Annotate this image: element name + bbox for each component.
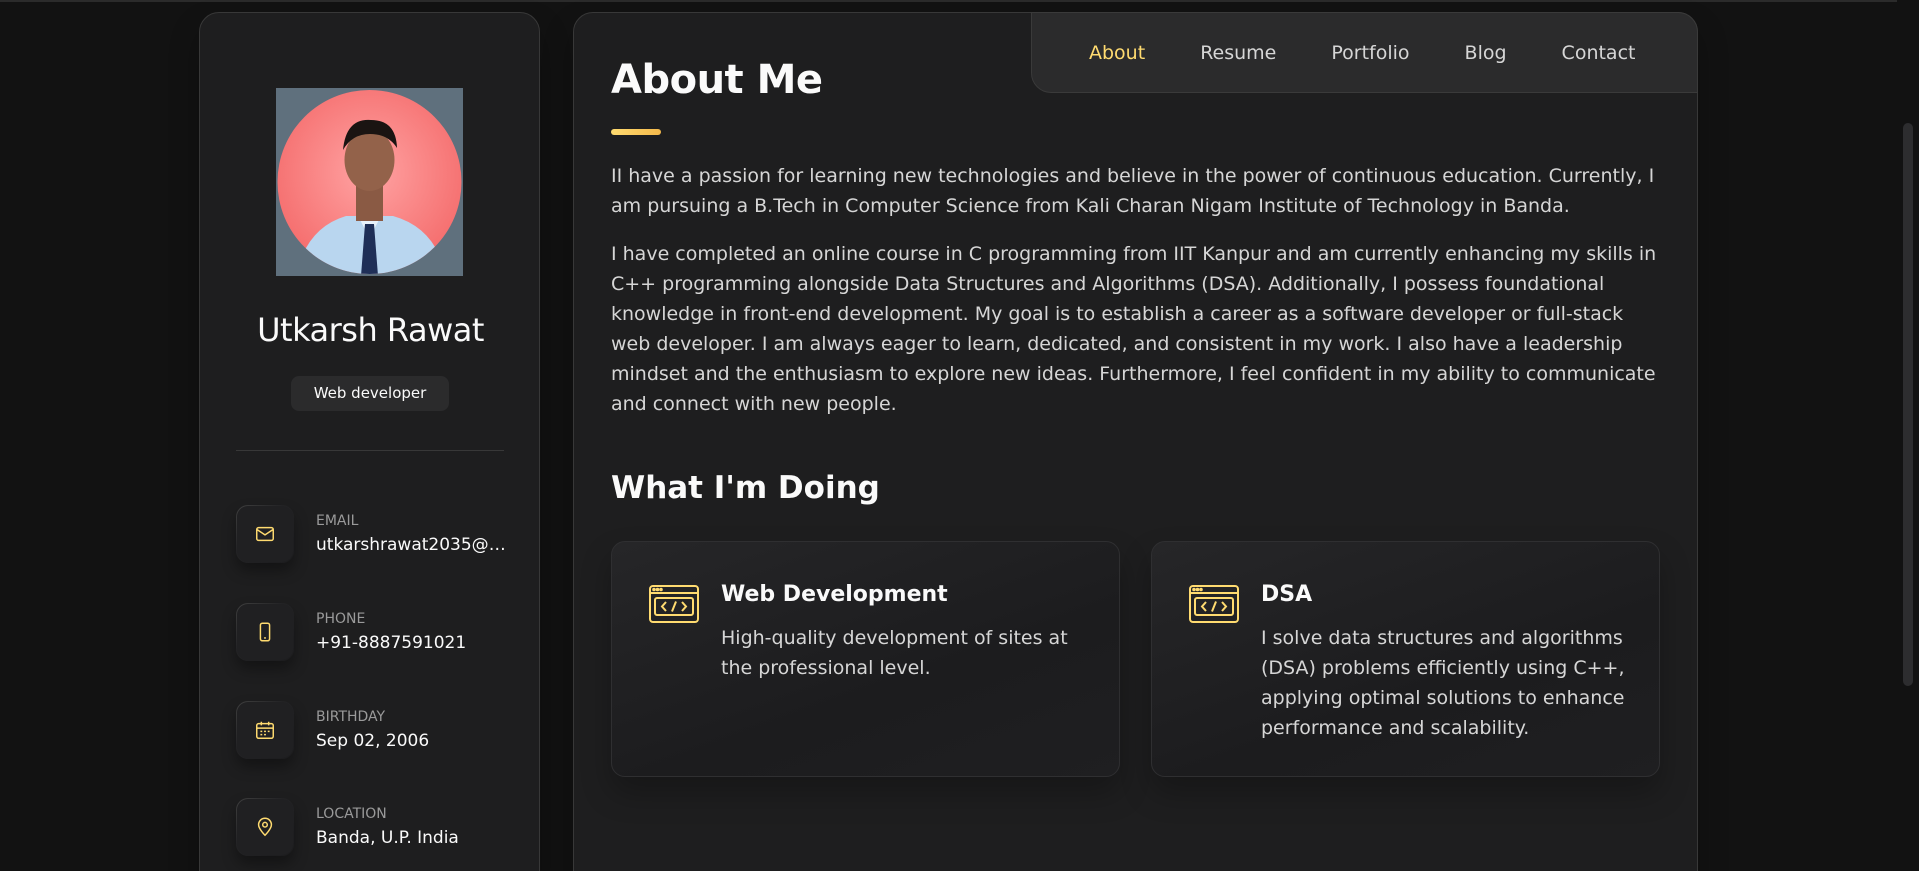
contact-label: Phone xyxy=(316,611,366,627)
profile-name: Utkarsh Rawat xyxy=(257,311,484,349)
location-value: Banda, U.P. India xyxy=(316,828,459,848)
nav-about[interactable]: About xyxy=(1089,42,1145,64)
nav-blog[interactable]: Blog xyxy=(1465,42,1507,64)
code-window-icon xyxy=(648,584,700,628)
section-title: What I'm Doing xyxy=(611,470,880,506)
nav-portfolio[interactable]: Portfolio xyxy=(1331,42,1409,64)
calendar-icon xyxy=(236,701,294,759)
birthday-value: Sep 02, 2006 xyxy=(316,731,430,751)
contact-label: Email xyxy=(316,513,359,529)
scrollbar[interactable] xyxy=(1897,0,1919,871)
profile-title-badge: Web developer xyxy=(291,376,449,411)
service-card-dsa: DSA I solve data structures and algorith… xyxy=(1151,541,1660,777)
sidebar-separator xyxy=(236,450,504,451)
about-paragraph-1: II have a passion for learning new techn… xyxy=(611,165,1655,217)
navbar: About Resume Portfolio Blog Contact xyxy=(1031,12,1698,93)
sidebar: Utkarsh Rawat Web developer Email utkars… xyxy=(199,12,540,871)
top-border xyxy=(0,0,1919,2)
contact-label: Birthday xyxy=(316,709,386,725)
service-text: I solve data structures and algorithms (… xyxy=(1261,627,1625,739)
scrollbar-thumb[interactable] xyxy=(1903,123,1913,686)
phone-link[interactable]: +91-8887591021 xyxy=(316,633,506,653)
main-content: About Resume Portfolio Blog Contact Abou… xyxy=(573,12,1698,871)
location-pin-icon xyxy=(236,798,294,856)
contact-birthday: Birthday Sep 02, 2006 xyxy=(236,701,516,763)
service-card-web-development: Web Development High-quality development… xyxy=(611,541,1120,777)
contact-phone: Phone +91-8887591021 xyxy=(236,603,516,665)
service-title: DSA xyxy=(1261,582,1313,607)
service-text: High-quality development of sites at the… xyxy=(721,627,1068,679)
contact-location: Location Banda, U.P. India xyxy=(236,798,516,860)
nav-resume[interactable]: Resume xyxy=(1200,42,1276,64)
mail-icon xyxy=(236,505,294,563)
email-link[interactable]: utkarshrawat2035@gmail.com xyxy=(316,535,506,555)
contact-email: Email utkarshrawat2035@gmail.com xyxy=(236,505,516,567)
nav-contact[interactable]: Contact xyxy=(1562,42,1636,64)
title-underline xyxy=(611,129,661,135)
code-window-icon xyxy=(1188,584,1240,628)
contact-label: Location xyxy=(316,806,387,822)
avatar xyxy=(276,88,463,276)
page-title: About Me xyxy=(611,57,823,103)
service-title: Web Development xyxy=(721,582,948,607)
about-paragraph-2: I have completed an online course in C p… xyxy=(611,243,1657,415)
phone-icon xyxy=(236,603,294,661)
